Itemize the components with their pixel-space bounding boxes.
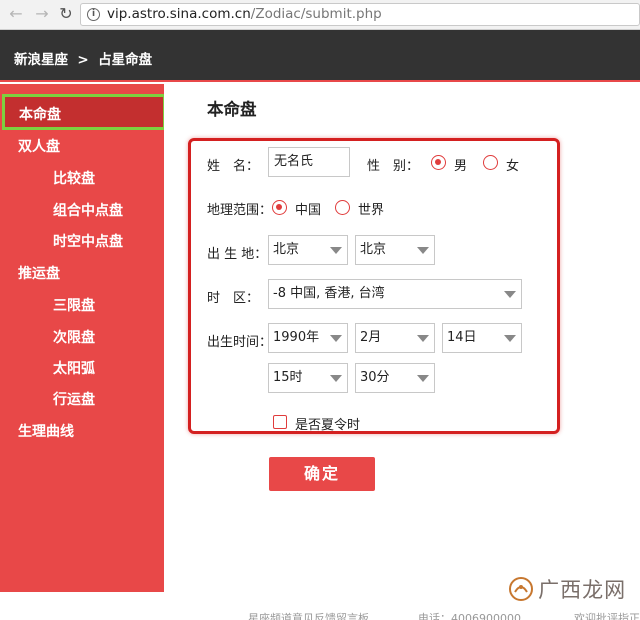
chevron-down-icon (417, 375, 429, 382)
name-label: 姓 名： (207, 159, 260, 174)
breadcrumb-site-link[interactable]: 新浪星座 (14, 52, 68, 68)
sidebar-item-natal-chart[interactable]: 本命盘 (19, 104, 61, 124)
footer-phone: 电话：4006900000 (418, 612, 521, 620)
sidebar-item-progression[interactable]: 推运盘 (18, 263, 60, 283)
day-value: 14日 (447, 330, 477, 345)
sidebar-item-composite-midpoint[interactable]: 组合中点盘 (53, 200, 123, 220)
reload-icon[interactable]: ↻ (56, 4, 76, 24)
hour-value: 15时 (273, 370, 303, 385)
timezone-select[interactable]: -8 中国, 香港, 台湾 (268, 279, 522, 309)
sidebar-item-tertiary[interactable]: 三限盘 (53, 295, 95, 315)
province-value: 北京 (273, 242, 300, 257)
city-select[interactable]: 北京 (355, 235, 435, 265)
minute-value: 30分 (360, 370, 390, 385)
region-label: 地理范围： (207, 203, 273, 218)
sidebar-item-synastry[interactable]: 双人盘 (18, 136, 60, 156)
sidebar-item-solar-arc[interactable]: 太阳弧 (53, 358, 95, 378)
chevron-down-icon (330, 335, 342, 342)
address-bar[interactable]: i vip.astro.sina.com.cn/Zodiac/submit.ph… (80, 3, 640, 26)
url-text: vip.astro.sina.com.cn/Zodiac/submit.php (107, 6, 382, 22)
breadcrumb: 新浪星座 > 占星命盘 (14, 48, 152, 68)
day-select[interactable]: 14日 (442, 323, 522, 353)
site-header: 新浪星座 > 占星命盘 (0, 30, 640, 82)
timezone-label: 时 区： (207, 291, 260, 306)
timezone-value: -8 中国, 香港, 台湾 (273, 286, 385, 301)
dst-label: 是否夏令时 (295, 418, 361, 433)
gender-female-label: 女 (506, 159, 520, 174)
year-select[interactable]: 1990年 (268, 323, 348, 353)
url-path: /Zodiac/submit.php (250, 6, 382, 22)
gender-male-label: 男 (454, 159, 468, 174)
watermark-logo-icon (509, 577, 533, 601)
page-title: 本命盘 (207, 100, 257, 119)
chevron-down-icon (504, 291, 516, 298)
gender-label: 性 别： (367, 159, 420, 174)
sidebar-item-natal-chart-highlight[interactable]: 本命盘 (2, 94, 166, 130)
sidebar-item-secondary[interactable]: 次限盘 (53, 327, 95, 347)
hour-select[interactable]: 15时 (268, 363, 348, 393)
gender-male-radio[interactable] (431, 155, 446, 170)
minute-select[interactable]: 30分 (355, 363, 435, 393)
month-value: 2月 (360, 330, 382, 345)
watermark: 广西龙网 (508, 574, 626, 610)
gender-female-radio[interactable] (483, 155, 498, 170)
region-world-label: 世界 (358, 203, 385, 218)
breadcrumb-section-link[interactable]: 占星命盘 (98, 52, 152, 68)
province-select[interactable]: 北京 (268, 235, 348, 265)
main-content: 本命盘 姓 名： 无名氏 性 别： 男 女 地理范围： 中国 世界 出 生 地：… (164, 84, 640, 592)
sidebar-item-comparison[interactable]: 比较盘 (53, 168, 95, 188)
name-input[interactable]: 无名氏 (268, 147, 350, 177)
forward-arrow-icon[interactable]: → (32, 4, 52, 24)
footer-feedback-link[interactable]: 星座频道意见反馈留言板 (248, 610, 369, 620)
chevron-down-icon (504, 335, 516, 342)
browser-toolbar: ← → ↻ i vip.astro.sina.com.cn/Zodiac/sub… (0, 0, 640, 30)
city-value: 北京 (360, 242, 387, 257)
chevron-down-icon (417, 335, 429, 342)
info-icon[interactable]: i (87, 8, 100, 21)
sidebar-item-biorhythm[interactable]: 生理曲线 (18, 421, 74, 441)
region-china-label: 中国 (295, 203, 322, 218)
birthplace-label: 出 生 地： (207, 247, 268, 262)
region-world-radio[interactable] (335, 200, 350, 215)
birthtime-label: 出生时间： (207, 335, 273, 350)
watermark-text: 广西龙网 (538, 578, 627, 602)
url-host: vip.astro.sina.com.cn (107, 6, 251, 22)
breadcrumb-separator: > (77, 52, 89, 68)
chevron-down-icon (417, 247, 429, 254)
sidebar: 本命盘 双人盘 比较盘 组合中点盘 时空中点盘 推运盘 三限盘 次限盘 太阳弧 … (0, 84, 166, 592)
year-value: 1990年 (273, 330, 320, 345)
month-select[interactable]: 2月 (355, 323, 435, 353)
birth-info-form: 姓 名： 无名氏 性 别： 男 女 地理范围： 中国 世界 出 生 地： 北京 … (188, 138, 560, 434)
chevron-down-icon (330, 247, 342, 254)
dst-checkbox[interactable] (273, 415, 287, 429)
footer-note: 欢迎批评指正 (574, 612, 640, 620)
sidebar-item-time-space-midpoint[interactable]: 时空中点盘 (53, 231, 123, 251)
submit-button[interactable]: 确定 (269, 457, 375, 491)
chevron-down-icon (330, 375, 342, 382)
region-china-radio[interactable] (272, 200, 287, 215)
back-arrow-icon[interactable]: ← (6, 4, 26, 24)
sidebar-item-transit[interactable]: 行运盘 (53, 389, 95, 409)
